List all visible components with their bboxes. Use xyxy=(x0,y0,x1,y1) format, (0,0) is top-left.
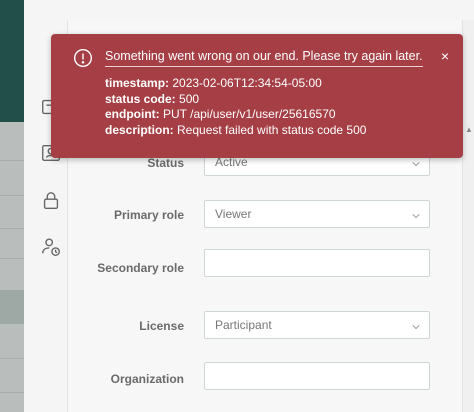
secondary-role-row: Secondary role xyxy=(68,249,462,279)
background-divider xyxy=(0,258,24,259)
vertical-scrollbar[interactable]: ▲ xyxy=(462,20,474,412)
chevron-down-icon xyxy=(412,320,420,330)
status-label: Status xyxy=(147,156,184,170)
close-icon[interactable]: × xyxy=(441,48,449,64)
detail-timestamp: timestamp: 2023-02-06T12:34:54-05:00 xyxy=(105,76,322,90)
license-label: License xyxy=(139,319,184,333)
organization-label: Organization xyxy=(110,372,184,386)
primary-role-value: Viewer xyxy=(215,207,252,221)
license-row: License Participant xyxy=(68,311,462,341)
background-divider xyxy=(0,195,24,196)
error-details: timestamp: 2023-02-06T12:34:54-05:00 sta… xyxy=(105,76,366,138)
background-divider xyxy=(0,392,24,393)
secondary-role-input[interactable] xyxy=(204,249,430,277)
alert-circle-icon xyxy=(73,48,93,68)
primary-role-label: Primary role xyxy=(113,208,184,222)
license-select[interactable]: Participant xyxy=(204,311,430,339)
panel-top-strip xyxy=(24,0,474,20)
detail-description: description: Request failed with status … xyxy=(105,122,367,137)
background-app-panel xyxy=(0,0,24,412)
user-clock-icon[interactable] xyxy=(40,236,62,258)
secondary-role-label: Secondary role xyxy=(97,261,184,275)
primary-role-select[interactable]: Viewer xyxy=(204,200,430,228)
organization-input[interactable] xyxy=(204,362,430,390)
background-divider xyxy=(0,228,24,229)
detail-status-code: status code: 500 xyxy=(105,91,200,106)
scroll-up-icon[interactable]: ▲ xyxy=(465,125,473,134)
background-divider xyxy=(0,160,24,161)
background-divider xyxy=(0,358,24,359)
background-app-header xyxy=(0,0,24,122)
chevron-down-icon xyxy=(412,209,420,219)
chevron-down-icon xyxy=(412,157,420,167)
background-selected-row xyxy=(0,290,24,324)
lock-icon[interactable] xyxy=(40,190,62,212)
error-toast: Something went wrong on our end. Please … xyxy=(51,34,463,158)
primary-role-row: Primary role Viewer xyxy=(68,200,462,230)
license-value: Participant xyxy=(215,318,272,332)
error-message: Something went wrong on our end. Please … xyxy=(105,49,423,67)
detail-endpoint: endpoint: PUT /api/user/v1/user/25616570 xyxy=(105,107,336,121)
organization-row: Organization xyxy=(68,362,462,392)
